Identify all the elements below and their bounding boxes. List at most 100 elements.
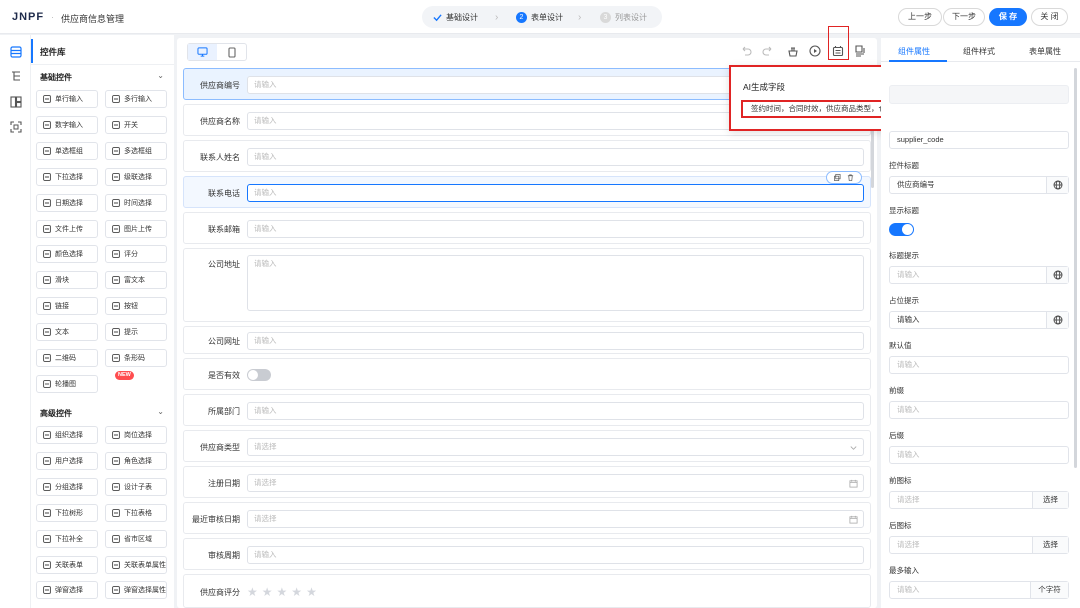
control-switch[interactable]: 开关 [105,115,167,134]
field-input[interactable]: 请选择 [247,510,864,528]
field-input[interactable]: 请输入 [247,184,864,202]
control-image-upload[interactable]: 图片上传 [105,219,167,238]
form-field-row[interactable]: 联系邮箱 请输入 [183,212,871,244]
control-upload[interactable]: 文件上传 [36,219,98,238]
control-cascader[interactable]: 级联选择 [105,167,167,186]
layout-icon[interactable] [10,96,22,108]
control-barcode[interactable]: 条形码 [105,349,167,367]
control-number[interactable]: 数字输入 [36,115,98,134]
tab-form-props[interactable]: 表单属性 [1029,46,1061,57]
rating-star-icon[interactable]: ★ [247,586,258,598]
control-richtext[interactable]: 富文本 [105,271,167,290]
form-field-row[interactable]: 审核周期 请输入 [183,538,871,570]
form-field-row[interactable]: 公司网址 请输入 [183,326,871,354]
undo-icon[interactable] [740,45,752,57]
control-title-input[interactable]: 供应商编号 [889,176,1069,194]
tab-component-style[interactable]: 组件样式 [963,46,995,57]
control-info[interactable]: 提示 [105,323,167,342]
placeholder-input[interactable]: 请输入 [889,311,1069,329]
rating-star-icon[interactable]: ★ [277,586,288,598]
max-input-input[interactable]: 请输入 个字符 [889,581,1069,599]
prefix-input[interactable]: 请输入 [889,401,1069,419]
control-user[interactable]: 用户选择 [36,451,98,470]
control-slider[interactable]: 滑块 [36,271,98,290]
form-field-row[interactable]: 联系电话 请输入 [183,171,871,208]
prefix-icon-input[interactable]: 请选择 选择 [889,491,1069,509]
prefix-icon-select-button[interactable]: 选择 [1032,492,1068,508]
i18n-globe-button[interactable] [1046,177,1068,193]
form-field-row[interactable]: 所属部门 请输入 [183,394,871,426]
step-form-design[interactable]: 2 表单设计 [516,12,563,23]
chevron-down-icon[interactable]: ⌄ [157,407,164,416]
tab-component-props[interactable]: 组件属性 [898,46,930,57]
control-radio[interactable]: 单选框组 [36,141,98,160]
field-input[interactable]: 请输入 [247,402,864,420]
control-dropdown-table[interactable]: 下拉表格 [105,503,167,522]
control-region[interactable]: 省市区域 [105,529,167,548]
field-input[interactable]: 请输入 [247,332,864,350]
properties-scrollbar[interactable] [1074,68,1077,468]
suffix-icon-input[interactable]: 请选择 选择 [889,536,1069,554]
control-star[interactable]: 评分 [105,245,167,264]
control-textarea[interactable]: 多行输入 [105,90,167,108]
control-select[interactable]: 下拉选择 [36,167,98,186]
delete-icon[interactable] [847,174,854,181]
form-field-row[interactable]: 是否有效 [183,358,871,390]
control-link[interactable]: 链接 [36,297,98,316]
title-tip-input[interactable]: 请输入 [889,266,1069,284]
control-relation-attr[interactable]: 关联表单属性 [105,555,167,574]
control-tree[interactable]: 下拉树形 [36,503,98,522]
rating-star-icon[interactable]: ★ [306,586,317,598]
form-field-row[interactable]: 供应商类型 请选择 [183,430,871,462]
field-rating[interactable]: ★ ★ ★ ★ ★ [247,586,317,598]
form-field-row[interactable]: 联系人姓名 请输入 [183,140,871,172]
form-field-row[interactable]: 供应商评分 ★ ★ ★ ★ ★ [183,574,871,608]
field-input[interactable]: 请输入 [247,546,864,564]
components-icon[interactable] [10,46,22,58]
field-switch[interactable] [247,369,271,381]
redo-icon[interactable] [762,45,774,57]
scan-code-icon[interactable] [10,121,22,133]
preview-play-icon[interactable] [809,45,821,57]
default-value-input[interactable]: 请输入 [889,356,1069,374]
field-textarea[interactable]: 请输入 [247,255,864,311]
control-checkbox[interactable]: 多选框组 [105,141,167,160]
next-step-button[interactable]: 下一步 [943,8,985,26]
control-popup-attr[interactable]: 弹窗选择属性 [105,581,167,600]
control-calendar[interactable]: 日期选择 [36,193,98,212]
i18n-globe-button[interactable] [1046,267,1068,283]
field-input[interactable]: 请输入 [247,220,864,238]
field-input[interactable]: 请选择 [247,474,864,492]
control-role[interactable]: 角色选择 [105,451,167,470]
control-button[interactable]: 按钮 [105,297,167,316]
prev-step-button[interactable]: 上一步 [898,8,942,26]
close-button[interactable]: 关 闭 [1031,8,1068,26]
control-autocomplete[interactable]: 下拉补全 [36,529,98,548]
form-field-row[interactable]: 注册日期 请选择 [183,466,871,498]
field-input[interactable]: 请输入 [247,148,864,166]
json-code-icon[interactable] [854,45,866,57]
outline-tree-icon[interactable] [10,70,22,82]
desktop-view-button[interactable] [188,44,217,60]
copy-icon[interactable] [834,174,841,181]
control-popup[interactable]: 弹窗选择 [36,581,98,600]
chevron-down-icon[interactable]: ⌄ [157,71,164,80]
save-button[interactable]: 保 存 [989,8,1027,26]
form-field-row[interactable]: 公司地址 请输入 [183,248,871,322]
rating-star-icon[interactable]: ★ [291,586,302,598]
control-org[interactable]: 组织选择 [36,426,98,444]
rating-star-icon[interactable]: ★ [262,586,273,598]
control-carousel[interactable]: 轮播图 [36,374,98,393]
control-qrcode[interactable]: 二维码 [36,349,98,367]
control-group[interactable]: 分组选择 [36,477,98,496]
form-field-row[interactable]: 最近审核日期 请选择 [183,502,871,534]
suffix-input[interactable]: 请输入 [889,446,1069,464]
control-table[interactable]: 设计子表 [105,477,167,496]
control-text[interactable]: 文本 [36,323,98,342]
control-position[interactable]: 岗位选择 [105,426,167,444]
step-basic-design[interactable]: 基础设计 [433,12,478,23]
clear-canvas-icon[interactable] [787,45,799,57]
control-input[interactable]: 单行输入 [36,90,98,108]
step-list-design[interactable]: 3 列表设计 [600,12,647,23]
show-title-toggle[interactable] [889,223,914,236]
